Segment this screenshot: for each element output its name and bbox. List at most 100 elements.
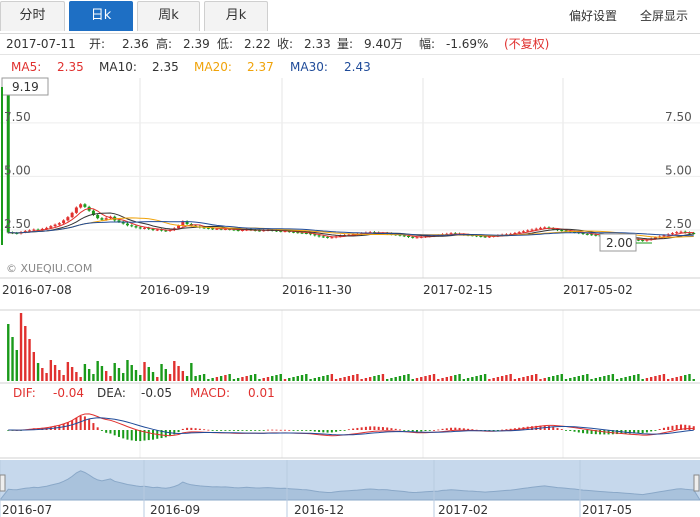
volume-bar [296, 376, 299, 381]
candle-body [32, 229, 36, 231]
candle-body [125, 223, 129, 226]
macd-bar [83, 416, 86, 430]
candle-body [313, 234, 317, 236]
y-tick-label-left: 5.00 [4, 163, 31, 177]
macd-bar [415, 430, 418, 432]
macd-bar [284, 429, 287, 431]
volume-bar [15, 350, 18, 381]
candle-body [538, 227, 542, 229]
volume-bar [556, 375, 559, 381]
macd-bar [96, 427, 99, 430]
macd-bar [215, 430, 218, 431]
candle-body [155, 229, 159, 231]
volume-bar [292, 377, 295, 381]
macd-bar [224, 430, 227, 431]
volume-bar [458, 374, 461, 381]
macd-bar [390, 428, 393, 430]
volume-bar [164, 369, 167, 381]
candle-body [670, 233, 674, 235]
candle-body [662, 235, 666, 237]
navigator-label: 2016-07 [2, 503, 52, 517]
volume-bar [411, 379, 414, 381]
volume-bar [590, 379, 593, 381]
macd-bar [279, 429, 282, 431]
macd-bar [117, 430, 120, 437]
y-tick-label-right: 7.50 [665, 110, 692, 124]
volume-bar [403, 375, 406, 381]
macd-bar [428, 430, 431, 431]
macd-bar [79, 415, 82, 430]
candle-body [300, 232, 304, 234]
macd-bar [152, 430, 155, 440]
volume-bar [100, 366, 104, 381]
macd-bar [347, 429, 350, 431]
volume-bar [539, 379, 542, 381]
candle-body [62, 220, 66, 224]
volume-bar [471, 377, 474, 381]
volume-bar [104, 371, 108, 381]
macd-bar [109, 430, 112, 434]
volume-bar [117, 368, 121, 381]
candle-body [130, 225, 134, 227]
max-price-label: 9.19 [12, 80, 39, 94]
volume-bar [509, 374, 512, 381]
volume-bar [607, 375, 610, 381]
volume-bar [547, 377, 551, 381]
candle-body [321, 236, 325, 238]
volume-bar [535, 374, 538, 381]
volume-bar [364, 378, 368, 381]
navigator-label: 2017-05 [582, 503, 632, 517]
volume-bar [445, 377, 448, 381]
macd-bar [266, 429, 269, 431]
volume-bar [207, 379, 210, 381]
volume-bar [87, 369, 91, 381]
volume-bar [628, 376, 632, 381]
candle-body [483, 236, 487, 238]
volume-bar [173, 361, 176, 381]
candle-body [53, 224, 57, 227]
candle-body [57, 223, 61, 225]
volume-bar [283, 379, 287, 381]
volume-bar [249, 375, 253, 381]
volume-bar [437, 379, 440, 381]
volume-bar [462, 379, 466, 381]
macd-bar [445, 428, 448, 430]
candle-body [83, 204, 87, 207]
volume-bar [228, 374, 231, 381]
candle-body [521, 231, 525, 233]
volume-bar [211, 378, 214, 381]
volume-bar [530, 375, 534, 381]
macd-bar [88, 419, 91, 430]
volume-bar [347, 376, 351, 381]
volume-bar [147, 367, 150, 381]
volume-bar [483, 374, 487, 381]
macd-dea-value: -0.05 [141, 386, 172, 400]
macd-bar [505, 429, 508, 430]
volume-bar [666, 379, 670, 381]
volume-bar [58, 370, 61, 381]
candle-body [560, 230, 564, 231]
candle-body [164, 230, 168, 232]
volume-bar [368, 377, 372, 381]
volume-bar [45, 373, 48, 381]
macd-bar [177, 430, 180, 433]
candle-body [211, 228, 215, 230]
macd-bar [198, 428, 201, 430]
macd-bar [369, 426, 372, 430]
macd-bar [352, 428, 355, 430]
macd-bar [330, 430, 333, 433]
macd-bar [560, 429, 563, 430]
volume-bar [377, 375, 380, 381]
macd-bar [654, 430, 657, 431]
volume-bar [266, 377, 270, 381]
volume-bar [156, 377, 159, 381]
volume-bar [692, 379, 695, 381]
volume-bar [658, 375, 661, 381]
macd-macd-label: MACD: [190, 386, 230, 400]
volume-bar [564, 379, 568, 381]
candle-body [6, 86, 10, 233]
volume-bar [577, 376, 580, 381]
volume-bar [70, 367, 74, 381]
volume-bar [560, 374, 563, 381]
volume-bar [684, 375, 687, 381]
